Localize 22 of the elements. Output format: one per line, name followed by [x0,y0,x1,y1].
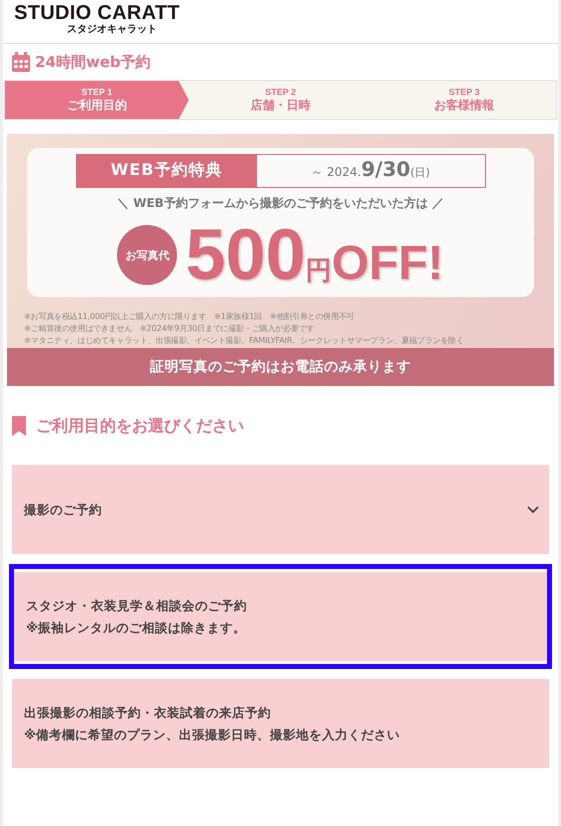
option-text: ※備考欄に希望のプラン、出張撮影日時、撮影地を入力ください [24,726,400,744]
logo-subtitle: スタジオキャラット [67,24,157,36]
promo-note: ※お写真を税込11,000円以上ご購入の方に限ります ※1家族様1回 ※他割引券との併用不可 [24,310,356,322]
option-text: 出張撮影の相談予約・衣装試着の来店予約 [24,704,272,722]
page-title: 24時間web予約 [35,52,151,72]
promo-badge: お写真代 [117,225,178,285]
promo-period: ～ 2024.9/30(日) [310,156,431,183]
chevron-down-icon [527,506,539,514]
promo-lead: ＼ WEB予約フォームから撮影のご予約をいただいた方は ／ [117,195,444,212]
option-item[interactable]: スタジオ・衣装見学＆相談会のご予約 ※振袖レンタルのご相談は除きます。 [9,564,552,669]
notice-bar: 証明写真のご予約はお電話のみ承ります [7,348,554,386]
promo-note: ※マタニティ、はじめてキャラット、出張撮影、イベント撮影、FAMILYFAIR、シークレットサマープラン、夏福プランを除く [24,334,465,346]
logo-title: STUDIO CARATT [14,2,180,24]
option-text: 撮影のご予約 [24,500,102,518]
promo-note: ※ご精算後の使用はできません ※2024年9月30日までに撮影・ご購入が必要です [24,322,316,334]
option-text: スタジオ・衣装見学＆相談会のご予約 [26,596,247,614]
bookmark-icon [12,416,26,436]
option-text: ※振袖レンタルのご相談は除きます。 [26,618,247,636]
section-heading: ご利用目的をお選びください [36,416,244,436]
discount-text: 500円OFF! [185,218,444,292]
calendar-icon [12,52,30,72]
promo-tag: WEB予約特典 [76,155,256,187]
